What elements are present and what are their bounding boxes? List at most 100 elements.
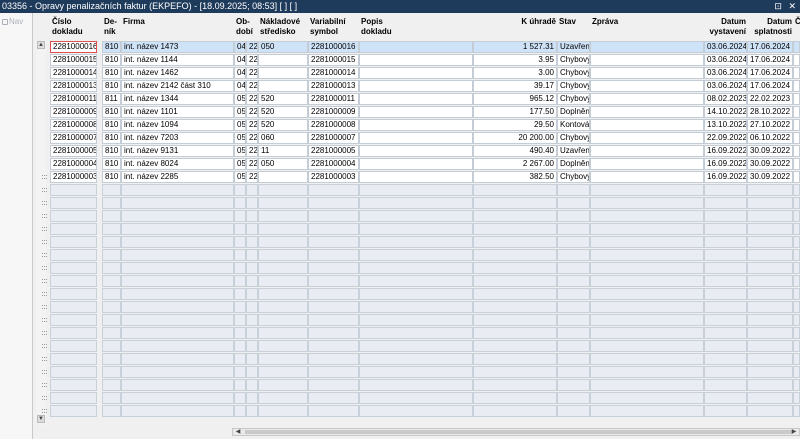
cell-popis[interactable] xyxy=(359,184,473,196)
cell-extra[interactable] xyxy=(793,353,800,365)
cell-obdobi[interactable]: 05 xyxy=(234,93,246,105)
cell-zprava[interactable] xyxy=(590,145,704,157)
cell-firma[interactable] xyxy=(121,405,234,417)
cell-splatnost[interactable] xyxy=(747,223,793,235)
cell-splatnost[interactable] xyxy=(747,210,793,222)
cell-rok[interactable] xyxy=(246,392,258,404)
cell-stredisko[interactable] xyxy=(258,197,308,209)
cell-popis[interactable] xyxy=(359,210,473,222)
cell-vystaveni[interactable] xyxy=(704,223,747,235)
cell-extra[interactable] xyxy=(793,327,800,339)
cell-rok[interactable]: 22 xyxy=(246,106,258,118)
cell-stav[interactable]: Chybový xyxy=(557,80,590,92)
cell-vystaveni[interactable] xyxy=(704,210,747,222)
column-header-stredisko[interactable]: Nákladové středisko xyxy=(260,17,307,37)
cell-vs[interactable] xyxy=(308,405,359,417)
cell-zprava[interactable] xyxy=(590,314,704,326)
cell-extra[interactable] xyxy=(793,41,800,53)
cell-kuhrade[interactable] xyxy=(473,301,557,313)
column-header-splatnost[interactable]: Datum splatnosti xyxy=(749,17,792,37)
cell-stav[interactable]: Kontovár xyxy=(557,119,590,131)
cell-denik[interactable]: 810 xyxy=(102,106,121,118)
cell-stav[interactable] xyxy=(557,210,590,222)
cell-cislo[interactable] xyxy=(50,236,97,248)
cell-zprava[interactable] xyxy=(590,184,704,196)
cell-stav[interactable] xyxy=(557,288,590,300)
empty-row[interactable] xyxy=(50,249,800,262)
table-row[interactable]: 2281000016 810 int. název 1473 04 22 050 22810… xyxy=(50,41,800,54)
cell-vystaveni[interactable] xyxy=(704,262,747,274)
cell-stav[interactable] xyxy=(557,366,590,378)
cell-obdobi[interactable] xyxy=(234,197,246,209)
cell-rok[interactable]: 22 xyxy=(246,158,258,170)
cell-obdobi[interactable]: 04 xyxy=(234,41,246,53)
scroll-left-arrow-icon[interactable]: ◀ xyxy=(234,429,242,435)
cell-popis[interactable] xyxy=(359,132,473,144)
cell-obdobi[interactable] xyxy=(234,210,246,222)
cell-stredisko[interactable] xyxy=(258,223,308,235)
window-controls[interactable]: ⊡ ✕ xyxy=(774,0,798,13)
cell-stav[interactable]: Uzavřen xyxy=(557,145,590,157)
empty-row[interactable] xyxy=(50,301,800,314)
table-row[interactable]: 2281000004 810 int. název 8024 05 22 050 22810… xyxy=(50,158,800,171)
cell-extra[interactable] xyxy=(793,301,800,313)
cell-kuhrade[interactable]: 965.12 xyxy=(473,93,557,105)
cell-denik[interactable] xyxy=(102,275,121,287)
cell-denik[interactable] xyxy=(102,366,121,378)
cell-rok[interactable] xyxy=(246,327,258,339)
cell-zprava[interactable] xyxy=(590,392,704,404)
cell-kuhrade[interactable] xyxy=(473,236,557,248)
cell-rok[interactable]: 22 xyxy=(246,93,258,105)
cell-obdobi[interactable] xyxy=(234,184,246,196)
cell-stav[interactable] xyxy=(557,327,590,339)
cell-zprava[interactable] xyxy=(590,158,704,170)
empty-row[interactable] xyxy=(50,184,800,197)
cell-stredisko[interactable]: 520 xyxy=(258,106,308,118)
cell-vs[interactable] xyxy=(308,184,359,196)
cell-cislo[interactable]: 2281000014 xyxy=(50,67,97,79)
cell-vs[interactable]: 2281000011 xyxy=(308,93,359,105)
cell-splatnost[interactable] xyxy=(747,249,793,261)
empty-row[interactable] xyxy=(50,405,800,418)
cell-vystaveni[interactable] xyxy=(704,314,747,326)
cell-zprava[interactable] xyxy=(590,301,704,313)
cell-extra[interactable] xyxy=(793,392,800,404)
cell-denik[interactable] xyxy=(102,184,121,196)
cell-denik[interactable] xyxy=(102,197,121,209)
cell-vs[interactable] xyxy=(308,210,359,222)
cell-kuhrade[interactable] xyxy=(473,197,557,209)
cell-zprava[interactable] xyxy=(590,366,704,378)
cell-vystaveni[interactable]: 03.06.2024 xyxy=(704,54,747,66)
cell-popis[interactable] xyxy=(359,366,473,378)
cell-vs[interactable] xyxy=(308,197,359,209)
cell-denik[interactable] xyxy=(102,340,121,352)
cell-denik[interactable] xyxy=(102,223,121,235)
cell-stav[interactable] xyxy=(557,184,590,196)
cell-vystaveni[interactable]: 16.09.2022 xyxy=(704,158,747,170)
cell-vs[interactable] xyxy=(308,223,359,235)
cell-stav[interactable] xyxy=(557,275,590,287)
table-row[interactable]: 2281000013 810 int. název 2142 část 310 04 2… xyxy=(50,80,800,93)
cell-stredisko[interactable] xyxy=(258,353,308,365)
cell-rok[interactable]: 22 xyxy=(246,80,258,92)
cell-rok[interactable]: 22 xyxy=(246,54,258,66)
cell-denik[interactable] xyxy=(102,210,121,222)
cell-extra[interactable] xyxy=(793,379,800,391)
empty-row[interactable] xyxy=(50,314,800,327)
cell-rok[interactable] xyxy=(246,353,258,365)
cell-popis[interactable] xyxy=(359,106,473,118)
cell-denik[interactable]: 810 xyxy=(102,119,121,131)
column-header-vs[interactable]: Variabilní symbol xyxy=(310,17,358,37)
cell-splatnost[interactable] xyxy=(747,197,793,209)
cell-stav[interactable] xyxy=(557,314,590,326)
cell-vystaveni[interactable] xyxy=(704,288,747,300)
cell-denik[interactable]: 810 xyxy=(102,80,121,92)
cell-firma[interactable] xyxy=(121,249,234,261)
empty-row[interactable] xyxy=(50,353,800,366)
cell-denik[interactable] xyxy=(102,327,121,339)
cell-firma[interactable]: int. název 1144 xyxy=(121,54,234,66)
cell-kuhrade[interactable] xyxy=(473,366,557,378)
cell-obdobi[interactable]: 05 xyxy=(234,119,246,131)
cell-obdobi[interactable]: 05 xyxy=(234,158,246,170)
cell-stav[interactable] xyxy=(557,197,590,209)
